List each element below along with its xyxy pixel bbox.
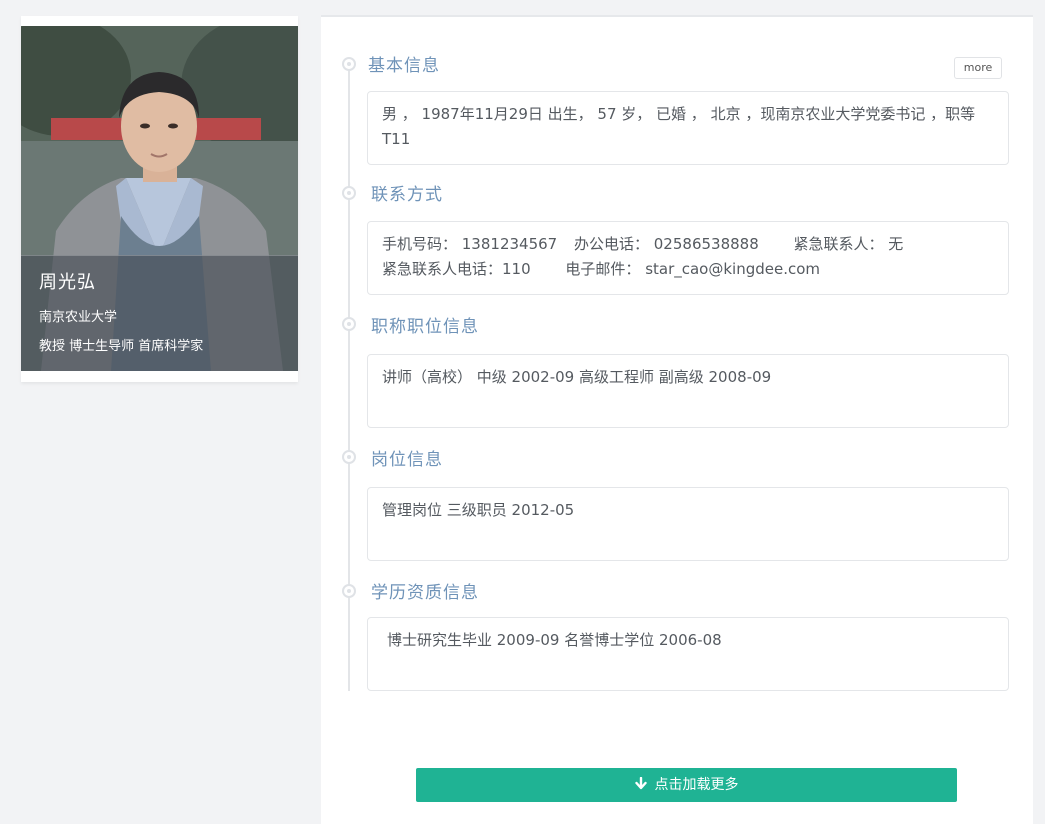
email: 电子邮件： star_cao@kingdee.com — [565, 260, 821, 278]
section-title-contact: 联系方式 — [371, 185, 443, 205]
load-more-label: 点击加载更多 — [654, 777, 739, 793]
education-text: 博士研究生毕业 2009-09 名誉博士学位 2006-08 — [387, 631, 722, 649]
emergency-contact-phone: 紧急联系人电话：110 — [382, 260, 531, 278]
person-name: 周光弘 — [39, 272, 96, 293]
contact-box: 手机号码： 1381234567 办公电话： 02586538888 紧急联系人… — [367, 221, 1009, 295]
timeline-dot-icon — [342, 450, 356, 464]
load-more-button[interactable]: 点击加载更多 — [416, 768, 957, 802]
post-box: 管理岗位 三级职员 2012-05 — [367, 487, 1009, 561]
section-title-basic-info: 基本信息 — [368, 56, 440, 76]
post-text: 管理岗位 三级职员 2012-05 — [382, 501, 575, 519]
profile-photo: 周光弘 南京农业大学 教授 博士生导师 首席科学家 — [21, 26, 298, 371]
timeline-dot-icon — [342, 317, 356, 331]
timeline-dot-icon — [342, 584, 356, 598]
title-position-text: 讲师（高校） 中级 2002-09 高级工程师 副高级 2008-09 — [382, 368, 772, 386]
arrow-down-icon — [634, 777, 647, 790]
basic-info-text: 男 ， 1987年11月29日 出生， 57 岁， 已婚 ， 北京 ，现南京农业… — [382, 105, 976, 148]
education-box: 博士研究生毕业 2009-09 名誉博士学位 2006-08 — [367, 617, 1009, 691]
profile-card: 周光弘 南京农业大学 教授 博士生导师 首席科学家 — [21, 16, 298, 382]
emergency-contact: 紧急联系人： 无 — [793, 235, 904, 253]
office-phone: 办公电话： 02586538888 — [574, 235, 759, 253]
section-title-post: 岗位信息 — [371, 450, 443, 470]
person-titles: 教授 博士生导师 首席科学家 — [39, 339, 204, 354]
person-organization: 南京农业大学 — [39, 310, 118, 325]
section-title-title-position: 职称职位信息 — [371, 317, 479, 337]
basic-info-box: 男 ， 1987年11月29日 出生， 57 岁， 已婚 ， 北京 ，现南京农业… — [367, 91, 1009, 165]
timeline-dot-icon — [342, 186, 356, 200]
timeline-dot-icon — [342, 57, 356, 71]
section-title-education: 学历资质信息 — [371, 583, 479, 603]
title-position-box: 讲师（高校） 中级 2002-09 高级工程师 副高级 2008-09 — [367, 354, 1009, 428]
mobile-number: 手机号码： 1381234567 — [382, 235, 558, 253]
more-button[interactable]: more — [954, 57, 1002, 79]
profile-details-panel: 基本信息 more 男 ， 1987年11月29日 出生， 57 岁， 已婚 ，… — [321, 15, 1033, 824]
